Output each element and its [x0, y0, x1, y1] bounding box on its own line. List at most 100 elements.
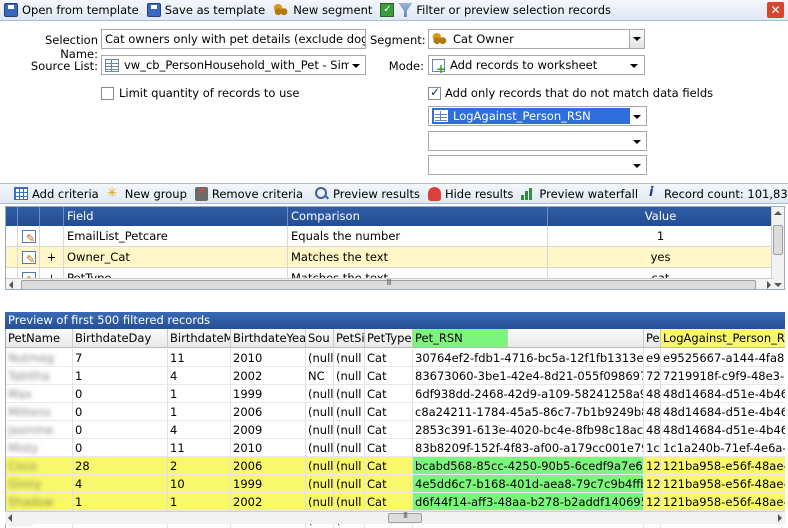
mode-dropdown[interactable]: Add records to worksheet — [428, 55, 645, 75]
criteria-value[interactable]: yes — [548, 247, 774, 268]
source-list-dropdown[interactable]: vw_cb_PersonHousehold_with_Pet - Sim... — [101, 55, 366, 75]
limit-checkbox-box[interactable] — [101, 87, 114, 100]
preview-cell-pe: e9 — [644, 349, 661, 367]
criteria-row[interactable]: EmailList_PetcareEquals the number1 — [6, 226, 774, 247]
edit-criteria-icon[interactable] — [22, 228, 36, 247]
preview-results-button[interactable]: Preview results — [315, 186, 420, 201]
match-field-dropdown-1[interactable]: LogAgainst_Person_RSN — [428, 106, 647, 126]
preview-waterfall-button[interactable]: Preview waterfall — [521, 187, 638, 201]
criteria-row[interactable]: +Owner_CatMatches the textyes — [6, 247, 774, 268]
match-field-dropdown-2[interactable] — [428, 131, 647, 151]
header-field[interactable]: Field — [64, 207, 288, 226]
magnifier-icon — [315, 186, 329, 201]
open-template-button[interactable]: Open from template — [4, 3, 139, 17]
preview-cell-petsi: (null — [334, 403, 365, 421]
column-header[interactable]: Sou — [306, 329, 334, 348]
preview-row[interactable]: Misty 0 11 2010 (null (null Cat 83b8209f-152f-4… — [6, 439, 785, 457]
match-checkbox[interactable] — [428, 85, 441, 103]
preview-cell-birthdateday: 0 — [73, 385, 168, 403]
column-header[interactable]: PetSi — [334, 329, 365, 348]
preview-cell-petsi: (null — [334, 493, 365, 511]
checkbox-icon: ✓ — [380, 3, 395, 17]
preview-cell-pet-rsn: 4e5dd6c7-b168-401d-aea8-79c7c9b4ffb2 — [413, 475, 644, 493]
scroll-up-icon[interactable] — [774, 211, 782, 215]
row-prefix[interactable]: + — [40, 247, 64, 268]
save-template-button[interactable]: Save as template — [146, 3, 265, 17]
preview-cell-birthdateday: 1 — [73, 367, 168, 385]
preview-row[interactable]: Mittens 0 1 2006 (null (null Cat c8a24211-1784-… — [6, 403, 785, 421]
remove-criteria-button[interactable]: Remove criteria — [194, 186, 303, 201]
scroll-right-icon[interactable] — [767, 281, 771, 289]
preview-row[interactable]: Shadow 1 1 2002 (null (null Cat d6f44f14-aff3-4… — [6, 493, 785, 511]
criteria-comparison[interactable]: Matches the text — [288, 247, 548, 268]
close-button[interactable]: ✕ — [767, 2, 784, 18]
column-header[interactable]: BirthdateYear — [231, 329, 306, 348]
column-header[interactable]: Pe — [644, 329, 661, 348]
row-prefix[interactable] — [40, 226, 64, 247]
criteria-field[interactable]: EmailList_Petcare — [64, 226, 288, 247]
preview-cell-pe: 48 — [644, 403, 661, 421]
preview-horizontal-scrollbar[interactable] — [5, 511, 785, 524]
preview-cell-petname: Tabitha — [6, 367, 73, 385]
new-group-icon: ✳ — [106, 185, 118, 201]
preview-cell-sou: NC — [306, 367, 334, 385]
preview-cell-birthdatemonth: 1 — [168, 403, 231, 421]
header-value[interactable]: Value — [548, 207, 774, 226]
scroll-thumb[interactable] — [388, 513, 422, 523]
preview-row[interactable]: Max 0 1 1999 (null (null Cat 6df938dd-2468-42d9… — [6, 385, 785, 403]
preview-row[interactable]: Nutmeg 7 11 2010 (null (null Cat 30764ef2-fdb1-… — [6, 349, 785, 367]
preview-cell-petsi: (null — [334, 439, 365, 457]
segment-icon — [273, 1, 289, 17]
scroll-right-icon[interactable] — [778, 514, 782, 522]
preview-cell-birthdatemonth: 11 — [168, 349, 231, 367]
grid-icon — [14, 187, 28, 200]
preview-row[interactable]: Coco 28 2 2006 (null (null Cat bcabd568-85cc-42… — [6, 457, 785, 475]
scroll-left-icon[interactable] — [9, 281, 13, 289]
criteria-horizontal-scrollbar[interactable] — [6, 278, 774, 289]
column-header[interactable]: PetName — [6, 329, 73, 348]
edit-criteria-icon[interactable] — [22, 249, 36, 268]
preview-row[interactable]: Ginny 4 10 1999 (null (null Cat 4e5dd6c7-b168-4… — [6, 475, 785, 493]
scroll-left-icon[interactable] — [8, 514, 12, 522]
new-segment-button[interactable]: New segment — [273, 1, 372, 17]
selection-name-input[interactable]: Cat owners only with pet details (exclud… — [101, 29, 366, 49]
preview-cell-sou: (null — [306, 493, 334, 511]
selection-name-label: Selection Name: — [45, 33, 98, 61]
preview-cell-birthdateday: 7 — [73, 349, 168, 367]
match-checkbox-box[interactable] — [428, 85, 441, 100]
hide-results-button[interactable]: Hide results — [427, 186, 513, 201]
preview-cell-birthdateyear: 2010 — [231, 439, 306, 457]
chevron-down-icon[interactable] — [629, 30, 644, 48]
filter-preview-button[interactable]: ✓ Filter or preview selection records — [380, 3, 611, 17]
new-group-button[interactable]: ✳ New group — [107, 187, 187, 201]
chevron-down-icon — [630, 64, 638, 68]
limit-checkbox[interactable] — [101, 87, 114, 103]
scroll-thumb[interactable] — [21, 280, 756, 289]
scroll-down-icon[interactable] — [774, 283, 782, 287]
row-indicator — [6, 226, 18, 247]
column-header[interactable]: BirthdateDay — [73, 329, 168, 348]
preview-cell-sou: (null — [306, 475, 334, 493]
preview-cell-pettype: Cat — [365, 493, 413, 511]
column-header[interactable]: PetType — [365, 329, 413, 348]
funnel-icon — [398, 3, 413, 17]
header-comparison[interactable]: Comparison — [288, 207, 548, 226]
column-header[interactable]: BirthdateMonth — [168, 329, 231, 348]
table-icon — [105, 58, 119, 72]
chevron-down-icon — [633, 115, 641, 119]
criteria-field[interactable]: Owner_Cat — [64, 247, 288, 268]
preview-cell-pettype: Cat — [365, 367, 413, 385]
criteria-comparison[interactable]: Equals the number — [288, 226, 548, 247]
preview-cell-petsi: (null — [334, 349, 365, 367]
segment-dropdown[interactable]: Cat Owner — [428, 29, 645, 49]
preview-row[interactable]: Jasmine 0 4 2009 (null (null Cat 2853c391-613e-… — [6, 421, 785, 439]
criteria-value[interactable]: 1 — [548, 226, 774, 247]
scroll-thumb[interactable] — [773, 225, 783, 255]
preview-row[interactable]: Tabitha 1 4 2002 NC (null Cat 83673060-3be1-42e… — [6, 367, 785, 385]
column-header[interactable]: LogAgainst_Person_RSN — [661, 329, 785, 348]
save-icon — [146, 3, 161, 17]
column-header[interactable]: Pet_RSN — [413, 329, 508, 348]
match-field-dropdown-3[interactable] — [428, 155, 647, 175]
criteria-grid: Field Comparison Value EmailList_Petcare… — [5, 206, 785, 290]
add-criteria-button[interactable]: Add criteria — [14, 187, 99, 201]
